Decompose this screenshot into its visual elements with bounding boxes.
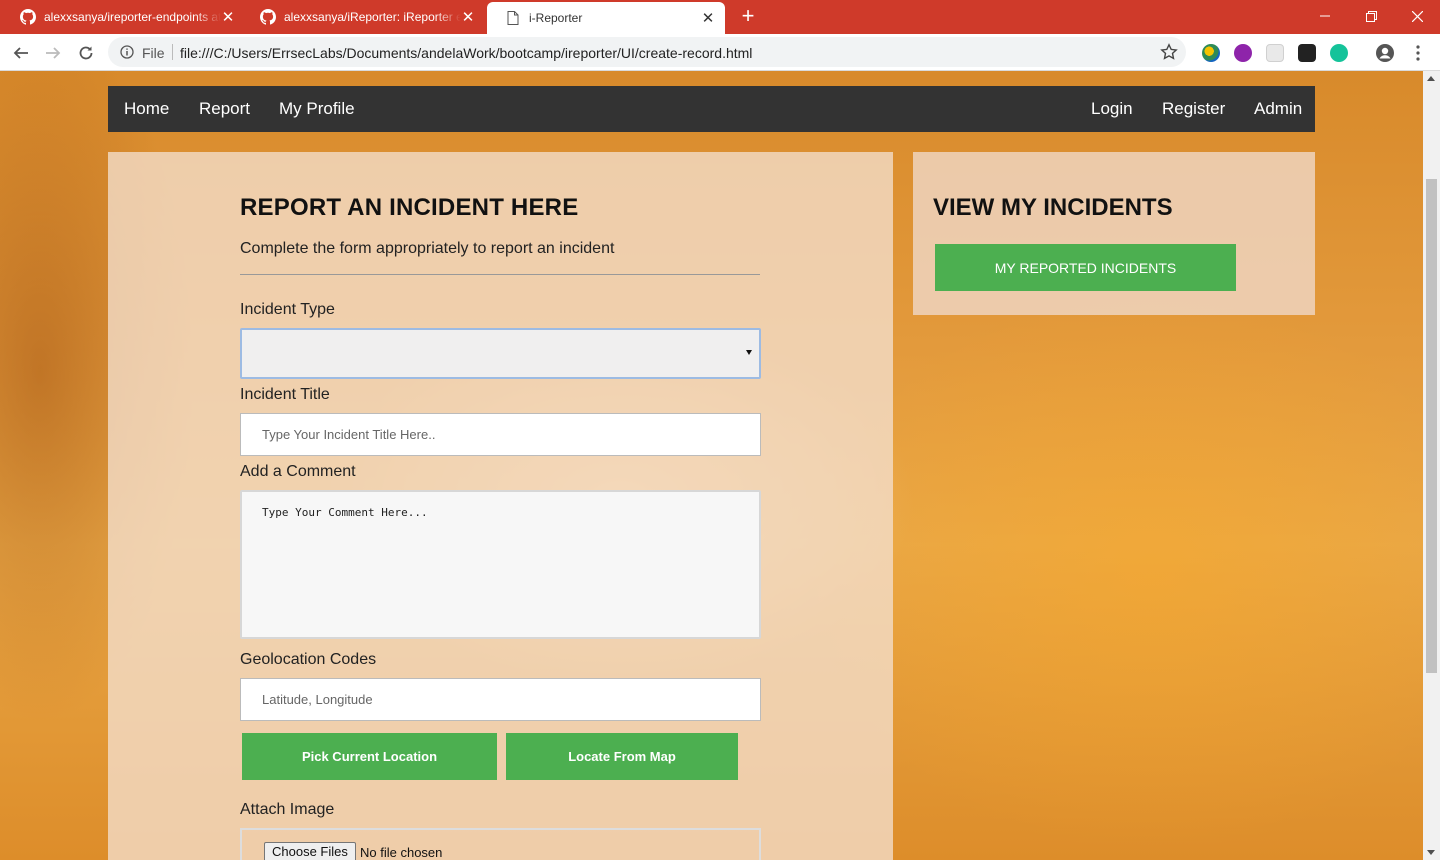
dropdown-arrow-icon [746, 350, 752, 355]
view-incidents-card: VIEW MY INCIDENTS MY REPORTED INCIDENTS [913, 152, 1315, 315]
browser-tab-ireporter-repo[interactable]: alexxsanya/iReporter: iReporter en ✕ [240, 0, 485, 34]
nav-my-profile-link[interactable]: My Profile [279, 99, 355, 119]
page-scrollbar[interactable] [1423, 71, 1440, 860]
restore-icon[interactable] [1348, 0, 1394, 32]
report-form-card: REPORT AN INCIDENT HERE Complete the for… [108, 152, 893, 860]
close-icon[interactable]: ✕ [461, 8, 475, 26]
info-icon[interactable] [120, 45, 134, 59]
url-text[interactable]: file:///C:/Users/ErrsecLabs/Documents/an… [180, 45, 752, 61]
form-heading: REPORT AN INCIDENT HERE [240, 194, 579, 221]
locate-from-map-button[interactable]: Locate From Map [506, 733, 738, 780]
menu-dots-icon[interactable] [1405, 40, 1431, 66]
close-icon[interactable]: ✕ [701, 9, 715, 27]
tab-title: alexxsanya/iReporter: iReporter en [284, 10, 461, 24]
github-icon [260, 9, 276, 25]
extension-grid-icon[interactable] [1266, 44, 1284, 62]
incident-title-input[interactable]: Type Your Incident Title Here.. [240, 413, 761, 456]
tab-title: i-Reporter [529, 11, 583, 25]
browser-tab-bar: alexxsanya/ireporter-endpoints at ✕ alex… [0, 0, 1440, 34]
nav-register-link[interactable]: Register [1162, 99, 1225, 119]
file-status-text: No file chosen [360, 845, 443, 860]
bookmark-star-icon[interactable] [1160, 43, 1178, 61]
nav-report-link[interactable]: Report [199, 99, 250, 119]
extension-purple-icon[interactable] [1234, 44, 1252, 62]
geolocation-input[interactable]: Latitude, Longitude [240, 678, 761, 721]
file-upload-field: Choose Files No file chosen [240, 828, 761, 860]
browser-tab-i-reporter[interactable]: i-Reporter ✕ [487, 2, 725, 34]
page-icon [507, 11, 519, 25]
comment-textarea[interactable]: Type Your Comment Here... [240, 490, 761, 639]
extension-globe-icon[interactable] [1202, 44, 1220, 62]
scheme-label: File [142, 45, 165, 61]
extension-dark-icon[interactable] [1298, 44, 1316, 62]
incident-type-label: Incident Type [240, 301, 335, 318]
minimize-icon[interactable] [1302, 0, 1348, 32]
my-reported-incidents-button[interactable]: MY REPORTED INCIDENTS [935, 244, 1236, 291]
back-icon[interactable] [8, 40, 34, 66]
new-tab-button[interactable]: + [736, 5, 760, 29]
window-close-icon[interactable] [1394, 0, 1440, 32]
scroll-up-icon[interactable] [1427, 76, 1435, 81]
attach-image-label: Attach Image [240, 801, 335, 818]
choose-files-button[interactable]: Choose Files [264, 842, 356, 860]
reload-icon[interactable] [73, 40, 99, 66]
geolocation-label: Geolocation Codes [240, 651, 377, 668]
browser-toolbar: File file:///C:/Users/ErrsecLabs/Documen… [0, 34, 1440, 71]
tab-title: alexxsanya/ireporter-endpoints at [44, 10, 221, 24]
profile-icon[interactable] [1372, 40, 1398, 66]
page-viewport: Home Report My Profile Login Register Ad… [0, 71, 1423, 860]
incident-type-select[interactable] [240, 328, 761, 379]
nav-home-link[interactable]: Home [124, 99, 169, 119]
scrollbar-thumb[interactable] [1426, 179, 1437, 673]
close-icon[interactable]: ✕ [221, 8, 235, 26]
site-navbar: Home Report My Profile Login Register Ad… [108, 86, 1315, 132]
browser-tab-ireporter-endpoints[interactable]: alexxsanya/ireporter-endpoints at ✕ [0, 0, 245, 34]
sidebar-heading: VIEW MY INCIDENTS [933, 194, 1173, 221]
divider [240, 274, 760, 275]
scroll-down-icon[interactable] [1427, 850, 1435, 855]
github-icon [20, 9, 36, 25]
comment-label: Add a Comment [240, 463, 356, 480]
form-subtitle: Complete the form appropriately to repor… [240, 240, 615, 257]
incident-title-label: Incident Title [240, 386, 330, 403]
forward-icon[interactable] [40, 40, 66, 66]
nav-admin-link[interactable]: Admin [1254, 99, 1302, 119]
divider [172, 44, 173, 60]
nav-login-link[interactable]: Login [1091, 99, 1133, 119]
address-bar[interactable]: File file:///C:/Users/ErrsecLabs/Documen… [108, 37, 1186, 67]
pick-current-location-button[interactable]: Pick Current Location [242, 733, 497, 780]
grammarly-icon[interactable] [1330, 44, 1348, 62]
